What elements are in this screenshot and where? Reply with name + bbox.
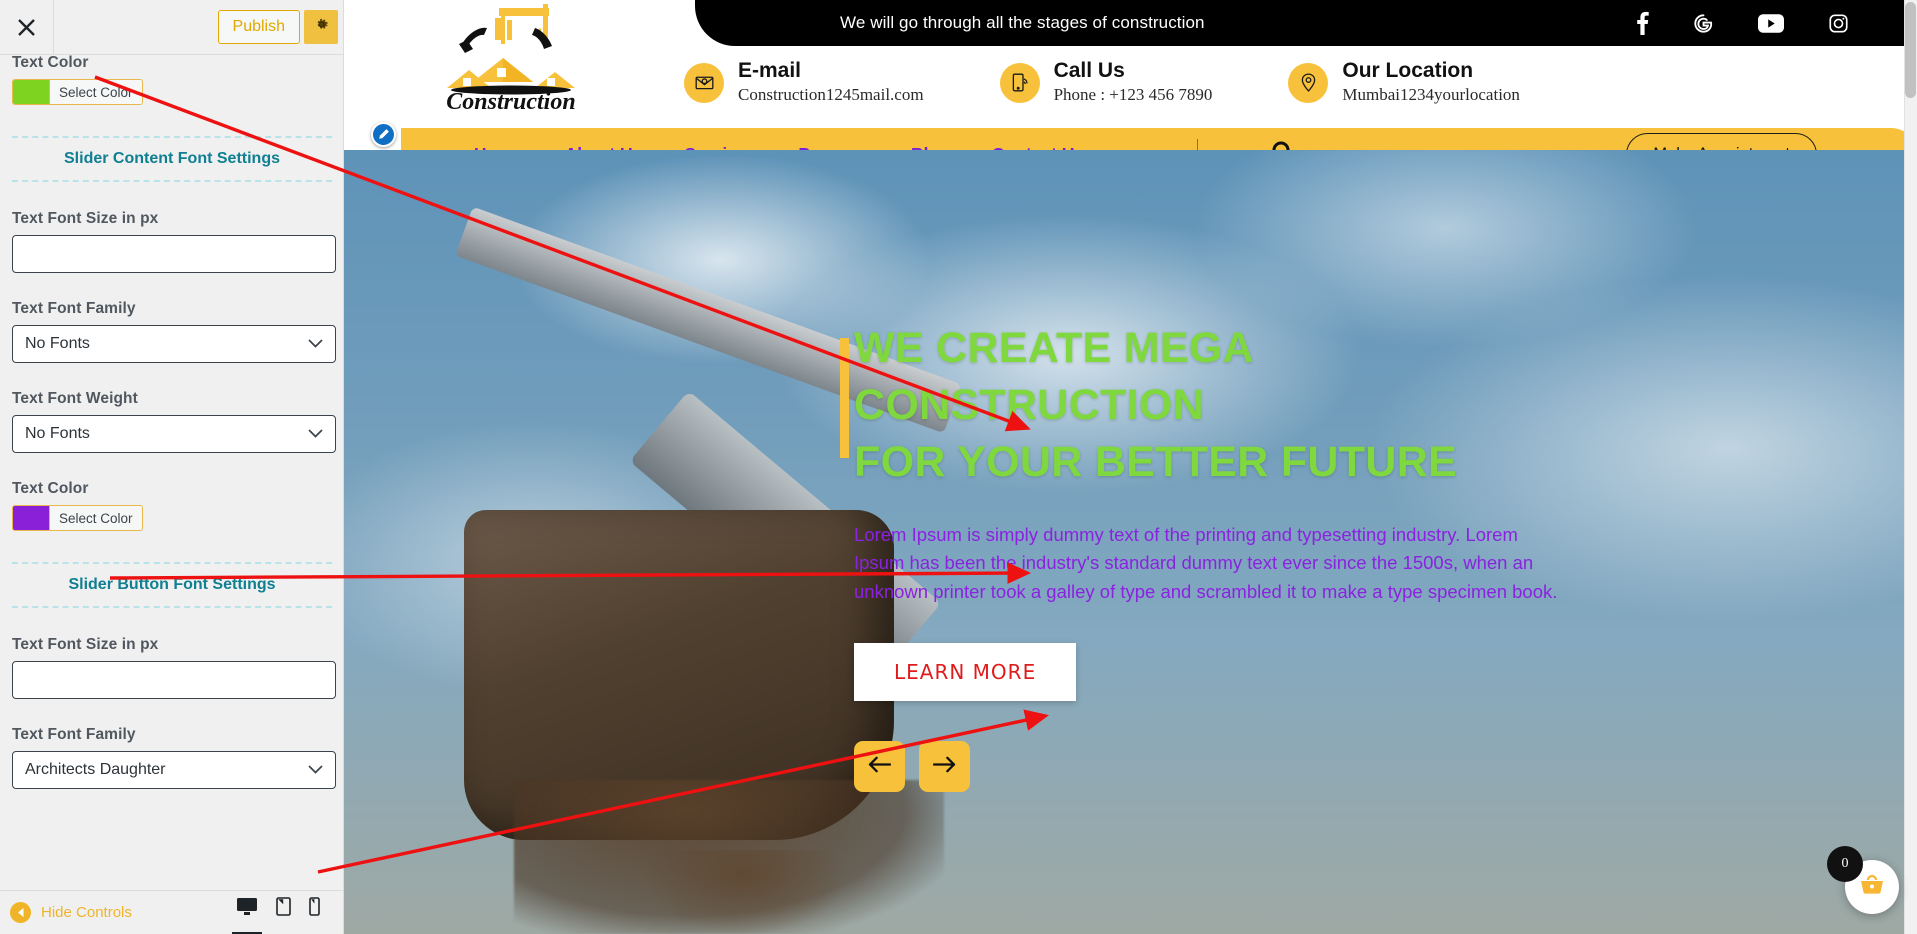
chevron-down-icon <box>308 335 323 353</box>
hide-controls-button[interactable]: Hide Controls <box>10 902 132 923</box>
control-label: Text Color <box>12 54 89 71</box>
contact-title: E-mail <box>738 59 802 82</box>
section-slider-button-font-settings: Slider Button Font Settings <box>12 562 332 608</box>
announcement-text: We will go through all the stages of con… <box>840 13 1205 32</box>
button-font-family-select[interactable]: Architects Daughter <box>12 751 336 789</box>
contact-location[interactable]: Our Location Mumbai1234yourlocation <box>1288 59 1520 105</box>
close-customizer-button[interactable] <box>0 0 54 54</box>
customizer-header: Publish <box>0 0 343 55</box>
social-links <box>1636 11 1917 35</box>
hero-title-line1: WE CREATE MEGA CONSTRUCTION <box>854 324 1253 430</box>
control-label: Text Font Family <box>12 300 136 317</box>
device-preview-switcher <box>232 897 334 934</box>
publish-area: Publish <box>217 0 343 54</box>
publish-settings-button[interactable] <box>304 10 338 44</box>
email-icon <box>684 62 724 103</box>
customizer-footer: Hide Controls <box>0 890 343 934</box>
chevron-down-icon <box>308 761 323 779</box>
text-font-family-select[interactable]: No Fonts <box>12 325 336 363</box>
select-value: Architects Daughter <box>25 761 166 778</box>
page-scrollbar-track[interactable] <box>1904 0 1917 934</box>
control-label: Text Font Family <box>12 726 136 743</box>
site-preview-frame: Construction E-mail Construction1245mail… <box>344 0 1917 934</box>
hero-description: Lorem Ipsum is simply dummy text of the … <box>854 523 1558 603</box>
floating-cart: 0 <box>1827 846 1899 914</box>
arrow-right-icon <box>932 755 957 779</box>
color-swatch[interactable] <box>13 80 49 104</box>
cart-count-badge: 0 <box>1827 846 1863 882</box>
select-value: No Fonts <box>25 425 90 442</box>
hero-content: WE CREATE MEGA CONSTRUCTION FOR YOUR BET… <box>840 320 1614 793</box>
location-icon <box>1288 62 1329 103</box>
falling-dirt-secondary <box>644 850 844 934</box>
mobile-preview-button[interactable] <box>309 897 320 928</box>
hero-accent-bar <box>840 338 849 458</box>
google-icon[interactable] <box>1693 13 1714 34</box>
text-font-size-input[interactable] <box>12 235 336 273</box>
logo-wordmark: Construction <box>446 89 575 114</box>
site-logo[interactable]: Construction <box>439 2 599 115</box>
hide-controls-label: Hide Controls <box>41 904 132 921</box>
slider-controls <box>854 741 1614 793</box>
collapse-arrow-icon <box>10 902 31 923</box>
hero-title-line2: FOR YOUR BETTER FUTURE <box>854 438 1458 487</box>
arrow-left-icon <box>867 755 892 779</box>
tablet-preview-button[interactable] <box>276 897 291 928</box>
contact-value: Mumbai1234yourlocation <box>1342 85 1520 105</box>
customizer-panel: Text Color Select Color Slider Content F… <box>0 0 344 934</box>
contact-text: Our Location Mumbai1234yourlocation <box>1342 59 1520 105</box>
control-label: Text Font Weight <box>12 390 138 407</box>
learn-more-button[interactable]: LEARN MORE <box>854 643 1077 702</box>
text-font-size-input[interactable] <box>12 661 336 699</box>
slider-prev-button[interactable] <box>854 741 905 793</box>
select-color-button[interactable]: Select Color <box>49 506 142 530</box>
control-text-font-family-content: Text Font Family No Fonts <box>12 300 336 363</box>
customizer-controls-list: Text Color Select Color Slider Content F… <box>0 28 343 890</box>
chevron-down-icon <box>308 425 323 443</box>
contact-title: Call Us <box>1053 59 1125 82</box>
color-swatch[interactable] <box>13 506 49 530</box>
control-label: Text Font Size in px <box>12 636 159 653</box>
contact-text: Call Us Phone : +123 456 7890 <box>1053 59 1213 105</box>
youtube-icon[interactable] <box>1758 13 1784 33</box>
contact-value: Phone : +123 456 7890 <box>1053 85 1213 105</box>
select-value: No Fonts <box>25 335 90 352</box>
control-text-color-button: Text Color Select Color <box>12 480 332 535</box>
desktop-preview-button[interactable] <box>232 897 262 934</box>
edit-shortcut-icon[interactable] <box>371 122 396 147</box>
control-text-font-weight-content: Text Font Weight No Fonts <box>12 390 336 453</box>
select-color-button[interactable]: Select Color <box>49 80 142 104</box>
contact-text: E-mail Construction1245mail.com <box>738 59 924 105</box>
control-label: Text Color <box>12 480 89 497</box>
contact-email[interactable]: E-mail Construction1245mail.com <box>684 59 924 105</box>
slider-next-button[interactable] <box>919 741 970 793</box>
header-contact-list: E-mail Construction1245mail.com Call Us … <box>684 59 1520 105</box>
phone-icon <box>999 62 1040 103</box>
shopping-basket-icon <box>1857 870 1887 905</box>
color-picker-purple[interactable]: Select Color <box>12 505 143 531</box>
control-text-font-size-content: Text Font Size in px <box>12 210 336 273</box>
instagram-icon[interactable] <box>1828 13 1849 34</box>
text-font-weight-select[interactable]: No Fonts <box>12 415 336 453</box>
control-text-color-content: Text Color Select Color <box>12 54 332 109</box>
control-text-font-size-button: Text Font Size in px <box>12 636 336 699</box>
contact-phone[interactable]: Call Us Phone : +123 456 7890 <box>999 59 1213 105</box>
control-label: Text Font Size in px <box>12 210 159 227</box>
hero-slider: WE CREATE MEGA CONSTRUCTION FOR YOUR BET… <box>344 150 1917 934</box>
contact-title: Our Location <box>1342 59 1474 82</box>
section-slider-content-font-settings: Slider Content Font Settings <box>12 136 332 182</box>
facebook-icon[interactable] <box>1636 11 1649 35</box>
close-icon <box>17 18 36 37</box>
page-scrollbar-thumb[interactable] <box>1905 2 1916 98</box>
contact-value: Construction1245mail.com <box>738 85 924 105</box>
control-text-font-family-button: Text Font Family Architects Daughter <box>12 726 336 789</box>
gear-icon <box>313 16 330 38</box>
color-picker-green[interactable]: Select Color <box>12 79 143 105</box>
publish-button[interactable]: Publish <box>217 10 300 44</box>
announcement-bar: We will go through all the stages of con… <box>695 0 1917 46</box>
